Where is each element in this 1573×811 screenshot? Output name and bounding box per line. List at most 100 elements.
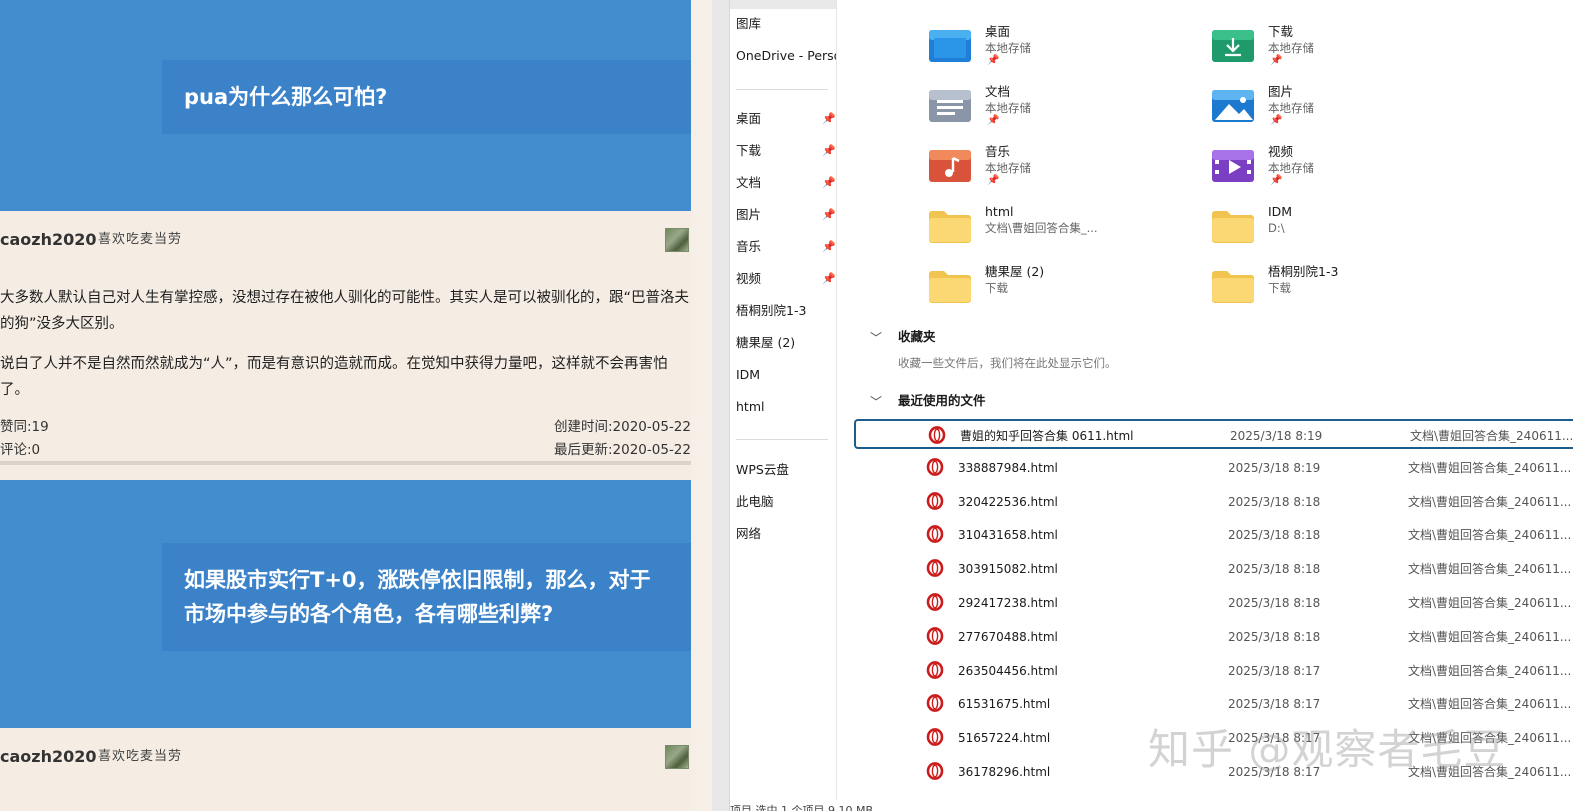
quick-access-location: D:\ [1268,221,1285,235]
pin-icon: 📌 [987,175,1000,186]
nav-divider [736,439,828,440]
pin-icon[interactable]: 📌 [822,142,836,160]
quick-access-location: 本地存储 [985,161,1031,175]
quick-access-name: 音乐 [985,144,1011,159]
recent-file-row[interactable]: 263504456.html 2025/3/18 8:17 文档\曹姐回答合集_24… [854,656,1573,686]
recent-file-date: 2025/3/18 8:17 [1228,697,1321,711]
nav-item-music[interactable]: 音乐 [736,238,761,256]
post-1-author-name[interactable]: caozh2020 [0,225,97,255]
nav-item-html[interactable]: html [736,398,764,416]
quick-access-name: 文档 [985,84,1011,99]
recent-file-row[interactable]: 320422536.html 2025/3/18 8:18 文档\曹姐回答合集_24… [854,487,1573,517]
pin-icon[interactable]: 📌 [822,206,836,224]
post-2-author-name[interactable]: caozh2020 [0,742,97,772]
desktop-folder-icon [929,30,971,62]
chevron-down-icon[interactable]: ﹀ [870,329,882,346]
nav-item-wutong[interactable]: 梧桐别院1-3 [736,302,806,320]
quick-access-downloads[interactable]: 下载 本地存储 📌 [1211,24,1471,80]
nav-selected-item-highlight [730,0,836,9]
quick-access-location: 本地存储 [1268,101,1314,115]
quick-access-location: 文档\曹姐回答合集_... [985,221,1098,235]
quick-access-idm-folder[interactable]: IDM D:\ [1211,204,1471,260]
quick-access-pictures[interactable]: 图片 本地存储 📌 [1211,84,1471,140]
music-folder-icon [929,150,971,182]
opera-browser-icon [926,458,944,476]
recent-file-row[interactable]: 303915082.html 2025/3/18 8:18 文档\曹姐回答合集_24… [854,554,1573,584]
pin-icon: 📌 [1270,115,1283,126]
post-2-avatar[interactable] [665,745,689,769]
chevron-down-icon[interactable]: ﹀ [870,393,882,410]
post-1-comments: 评论:0 [0,442,41,458]
nav-item-onedrive[interactable]: OneDrive - Perso [736,47,836,65]
recent-file-name: 310431658.html [958,528,1058,542]
recent-file-name: 61531675.html [958,697,1051,711]
post-separator [0,461,691,465]
nav-item-idm[interactable]: IDM [736,366,760,384]
quick-access-name: html [985,204,1014,219]
recent-file-row[interactable]: 310431658.html 2025/3/18 8:18 文档\曹姐回答合集_24… [854,520,1573,550]
quick-access-music[interactable]: 音乐 本地存储 📌 [928,144,1188,200]
recent-file-date: 2025/3/18 8:17 [1228,731,1321,745]
downloads-folder-icon [1212,30,1254,62]
quick-access-candy-house-folder[interactable]: 糖果屋 (2) 下载 [928,264,1188,320]
recent-file-row[interactable]: 曹姐的知乎回答合集 0611.html 2025/3/18 8:19 文档\曹姐回答… [854,419,1573,449]
recent-file-row[interactable]: 277670488.html 2025/3/18 8:18 文档\曹姐回答合集_24… [854,622,1573,652]
recent-file-location: 文档\曹姐回答合集_240611... [1408,630,1572,644]
post-1-avatar[interactable] [665,228,689,252]
nav-item-this-pc[interactable]: 此电脑 [736,493,774,511]
post-1-author-row: caozh2020 喜欢吃麦当劳 [0,225,691,255]
recent-file-location: 文档\曹姐回答合集_240611... [1408,697,1572,711]
documents-folder-icon [929,90,971,122]
recent-file-row[interactable]: 61531675.html 2025/3/18 8:17 文档\曹姐回答合集_240… [854,689,1573,719]
recent-file-name: 320422536.html [958,495,1058,509]
recent-file-row[interactable]: 338887984.html 2025/3/18 8:19 文档\曹姐回答合集_24… [854,453,1573,483]
quick-access-html-folder[interactable]: html 文档\曹姐回答合集_... [928,204,1188,260]
recent-file-name: 曹姐的知乎回答合集 0611.html [960,429,1134,443]
opera-browser-icon [928,426,946,444]
folder-icon [929,211,971,243]
nav-item-videos[interactable]: 视频 [736,270,761,288]
quick-access-location: 本地存储 [1268,41,1314,55]
post-1-created: 创建时间:2020-05-22 [553,419,691,435]
nav-item-network[interactable]: 网络 [736,525,761,543]
quick-access-desktop[interactable]: 桌面 本地存储 📌 [928,24,1188,80]
favorites-section-header[interactable]: ﹀ 收藏夹 [838,327,1538,347]
recent-file-row[interactable]: 292417238.html 2025/3/18 8:18 文档\曹姐回答合集_24… [854,588,1573,618]
quick-access-videos[interactable]: 视频 本地存储 📌 [1211,144,1471,200]
pin-icon[interactable]: 📌 [822,238,836,256]
nav-item-downloads[interactable]: 下载 [736,142,761,160]
nav-item-desktop[interactable]: 桌面 [736,110,761,128]
pictures-folder-icon [1212,90,1254,122]
nav-item-documents[interactable]: 文档 [736,174,761,192]
opera-browser-icon [926,492,944,510]
quick-access-location: 下载 [1268,281,1291,295]
recent-file-location: 文档\曹姐回答合集_240611... [1408,731,1572,745]
opera-browser-icon [926,728,944,746]
nav-item-candy-house[interactable]: 糖果屋 (2) [736,334,795,352]
pin-icon[interactable]: 📌 [822,270,836,288]
quick-access-documents[interactable]: 文档 本地存储 📌 [928,84,1188,140]
recent-file-location: 文档\曹姐回答合集_240611... [1408,664,1572,678]
pin-icon[interactable]: 📌 [822,110,836,128]
nav-item-wps-cloud[interactable]: WPS云盘 [736,461,789,479]
post-2-title[interactable]: 如果股市实行T+0，涨跌停依旧限制，那么，对于市场中参与的各个角色，各有哪些利弊… [162,543,691,651]
post-1-title-text: pua为什么那么可怕? [184,85,388,109]
folder-icon [1212,211,1254,243]
pin-icon: 📌 [987,115,1000,126]
post-2-title-text: 如果股市实行T+0，涨跌停依旧限制，那么，对于市场中参与的各个角色，各有哪些利弊… [184,568,651,626]
quick-access-wutong-folder[interactable]: 梧桐别院1-3 下载 [1211,264,1471,320]
recent-file-name: 36178296.html [958,765,1051,779]
post-1-title[interactable]: pua为什么那么可怕? [162,60,691,134]
nav-item-pictures[interactable]: 图片 [736,206,761,224]
recent-file-date: 2025/3/18 8:19 [1230,429,1323,443]
recent-file-row[interactable]: 36178296.html 2025/3/18 8:17 文档\曹姐回答合集_240… [854,757,1573,787]
window-edge-strip [712,0,730,811]
pin-icon: 📌 [1270,55,1283,66]
pin-icon[interactable]: 📌 [822,174,836,192]
recent-file-location: 文档\曹姐回答合集_240611... [1410,429,1573,443]
recent-file-row[interactable]: 51657224.html 2025/3/18 8:17 文档\曹姐回答合集_240… [854,723,1573,753]
nav-item-gallery[interactable]: 图库 [736,15,761,33]
recent-files-section-header[interactable]: ﹀ 最近使用的文件 [838,391,1538,411]
recent-file-location: 文档\曹姐回答合集_240611... [1408,562,1572,576]
opera-browser-icon [926,559,944,577]
